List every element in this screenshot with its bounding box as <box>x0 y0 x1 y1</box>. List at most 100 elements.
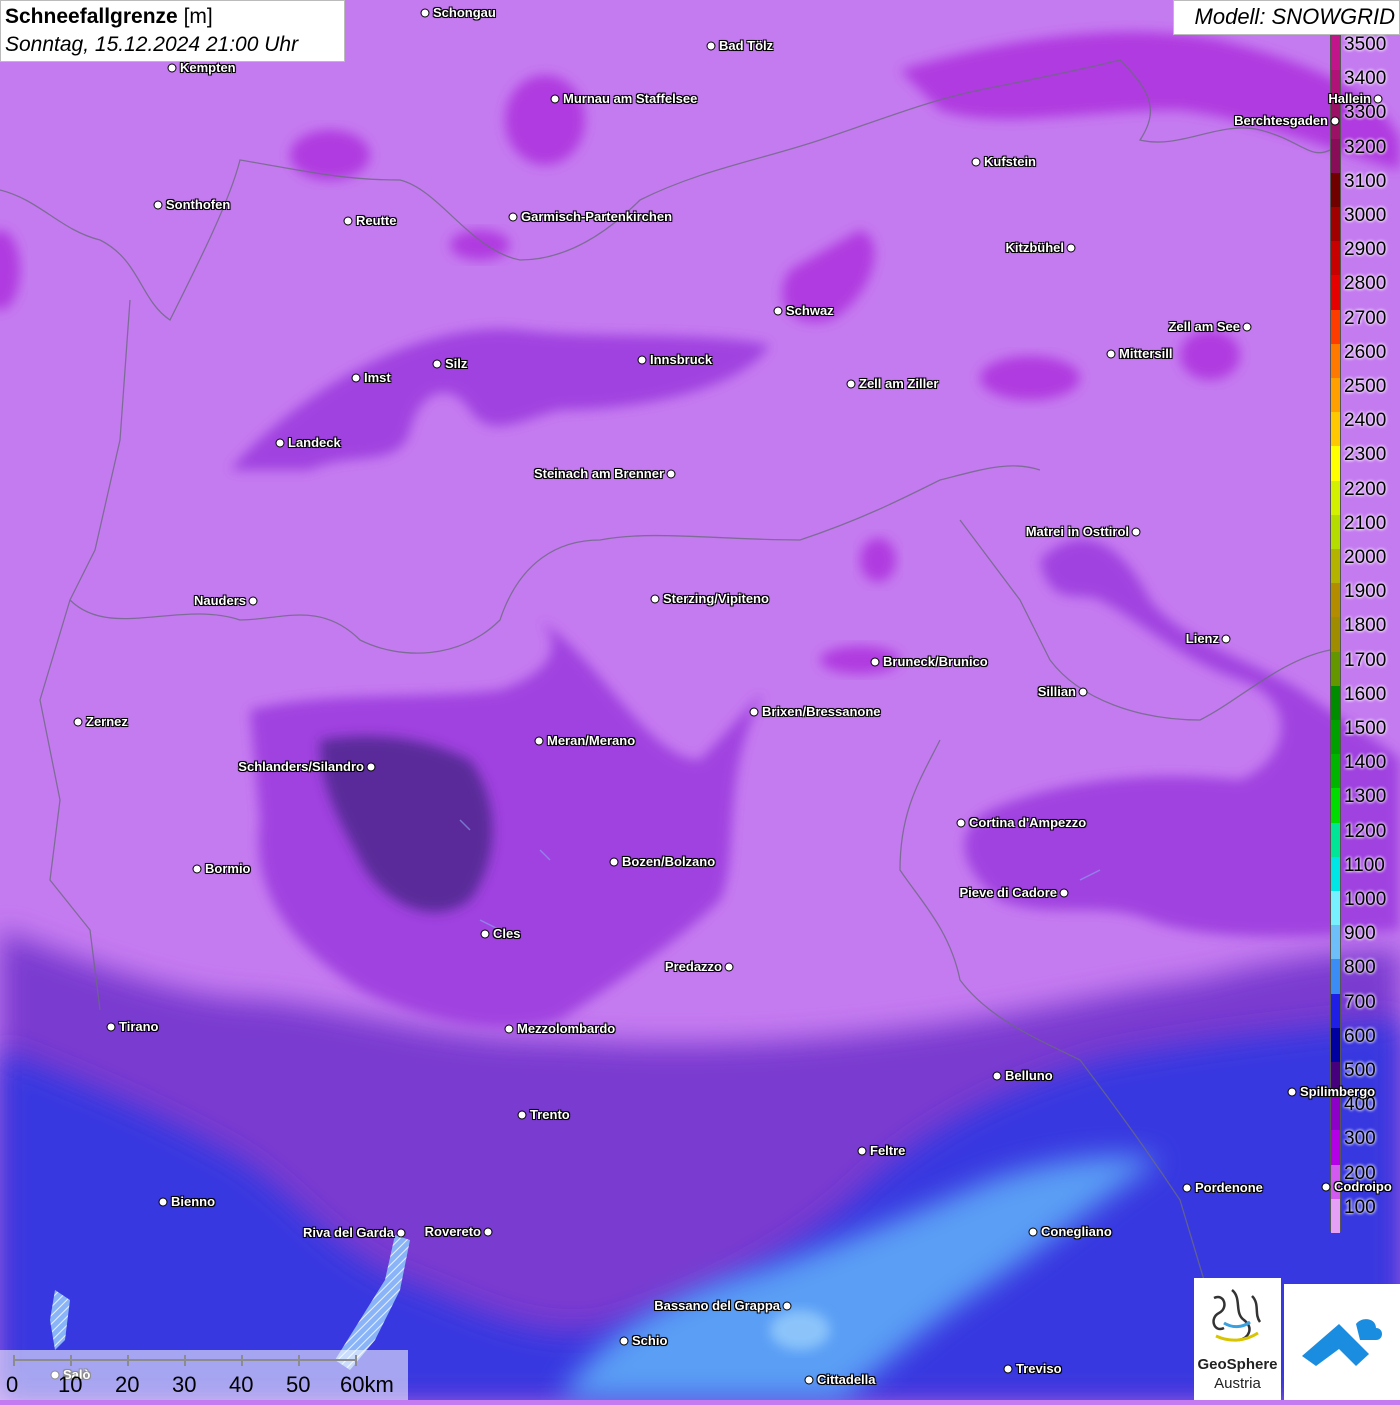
city-label: Mezzolombardo <box>517 1021 616 1036</box>
title-main: Schneefallgrenze <box>5 5 178 28</box>
legend-label: 600 <box>1344 1025 1376 1047</box>
city-marker <box>1078 687 1088 697</box>
legend-label: 900 <box>1344 923 1376 945</box>
legend-color-step <box>1331 754 1340 789</box>
city-marker <box>782 1301 792 1311</box>
city-label: Bruneck/Brunico <box>883 654 988 669</box>
scale-tick-label: 20 <box>115 1372 140 1397</box>
city-label: Rovereto <box>424 1224 481 1239</box>
city-marker <box>167 63 177 73</box>
city-marker <box>275 438 285 448</box>
city-label: Trento <box>530 1107 570 1122</box>
city-marker <box>1066 243 1076 253</box>
scale-tick-label: 60km <box>340 1372 394 1397</box>
city-marker <box>508 212 518 222</box>
city-label: Predazzo <box>664 959 722 974</box>
city-marker <box>504 1024 514 1034</box>
city-label: Brixen/Bressanone <box>762 704 881 719</box>
city-label: Bienno <box>171 1194 216 1209</box>
legend-label: 2300 <box>1344 444 1387 466</box>
city-marker <box>650 594 660 604</box>
city-marker <box>619 1336 629 1346</box>
legend-color-step <box>1331 378 1340 413</box>
city-marker <box>1131 527 1141 537</box>
city-marker <box>956 818 966 828</box>
map-title: Schneefallgrenze [m] <box>5 3 340 31</box>
legend-label: 700 <box>1344 991 1376 1013</box>
legend-color-step <box>1331 343 1340 379</box>
city-marker <box>773 306 783 316</box>
city-marker <box>343 216 353 226</box>
city-marker <box>1106 349 1116 359</box>
city-label: Treviso <box>1016 1361 1062 1376</box>
city-label: Schwaz <box>786 303 834 318</box>
legend-label: 2400 <box>1344 410 1387 432</box>
city-label: Hallein <box>1328 91 1371 106</box>
city-label: Garmisch-Partenkirchen <box>521 209 673 224</box>
scale-tick-label: 50 <box>286 1372 311 1397</box>
legend-color-step <box>1331 36 1340 71</box>
city-marker <box>248 596 258 606</box>
city-marker <box>637 355 647 365</box>
legend-color-step <box>1331 309 1340 345</box>
city-label: Schlanders/Silandro <box>238 759 364 774</box>
legend-color-step <box>1331 172 1340 208</box>
city-marker <box>396 1228 406 1238</box>
legend-label: 500 <box>1344 1060 1376 1081</box>
geosphere-logo-line2: Austria <box>1214 1375 1261 1392</box>
city-marker <box>153 200 163 210</box>
mountain-cloud-icon <box>1302 1319 1382 1366</box>
city-marker <box>73 717 83 727</box>
city-label: Berchtesgaden <box>1234 113 1328 128</box>
legend-color-step <box>1331 1130 1340 1166</box>
city-marker <box>870 657 880 667</box>
city-marker <box>804 1375 814 1385</box>
weather-app-logo[interactable] <box>1284 1284 1400 1400</box>
city-marker <box>1242 322 1252 332</box>
city-label: Zell am Ziller <box>859 376 939 391</box>
scale-bar: 0 10 20 30 40 50 60km <box>0 1350 408 1400</box>
city-marker <box>420 8 430 18</box>
city-label: Bad Tölz <box>719 38 774 53</box>
city-marker <box>106 1022 116 1032</box>
legend-colorbar <box>1330 35 1341 1234</box>
legend-color-step <box>1331 480 1340 516</box>
city-marker <box>366 762 376 772</box>
city-label: Cles <box>493 926 521 941</box>
city-marker <box>483 1227 493 1237</box>
legend-color-step <box>1331 138 1340 174</box>
city-label: Reutte <box>356 213 397 228</box>
geosphere-logo-line1: GeoSphere <box>1197 1356 1278 1373</box>
city-marker <box>1221 634 1231 644</box>
model-label: Modell: SNOWGRID <box>1173 0 1400 35</box>
legend-label: 2600 <box>1344 341 1387 363</box>
city-marker <box>1059 888 1069 898</box>
legend-label: 2200 <box>1344 478 1387 500</box>
legend-label: 2000 <box>1344 547 1387 568</box>
legend-label: 3000 <box>1344 205 1387 226</box>
city-label: Pieve di Cadore <box>959 885 1057 900</box>
legend-color-step <box>1331 1096 1340 1131</box>
city-marker <box>1287 1087 1297 1097</box>
city-label: Imst <box>364 370 391 385</box>
city-marker <box>724 962 734 972</box>
legend-color-step <box>1331 685 1340 721</box>
city-label: Riva del Garda <box>302 1225 394 1240</box>
legend-color-step <box>1331 1027 1340 1063</box>
legend-label: 1200 <box>1344 820 1387 842</box>
legend-color-step <box>1331 1198 1340 1234</box>
city-label: Belluno <box>1005 1068 1053 1083</box>
city-label: Bassano del Grappa <box>654 1298 780 1313</box>
city-label: Kitzbühel <box>1005 240 1065 255</box>
city-label: Spilimbergo <box>1300 1084 1376 1099</box>
legend-color-step <box>1331 925 1340 960</box>
legend-color-step <box>1331 993 1340 1029</box>
city-label: Nauders <box>193 593 246 608</box>
legend-label: 1000 <box>1344 889 1387 910</box>
city-label: Meran/Merano <box>547 733 636 748</box>
city-marker <box>1028 1227 1038 1237</box>
geosphere-logo[interactable]: GeoSphere Austria <box>1194 1278 1281 1400</box>
city-label: Conegliano <box>1041 1224 1112 1239</box>
legend-label: 3300 <box>1344 102 1387 124</box>
legend-label: 2900 <box>1344 239 1387 261</box>
